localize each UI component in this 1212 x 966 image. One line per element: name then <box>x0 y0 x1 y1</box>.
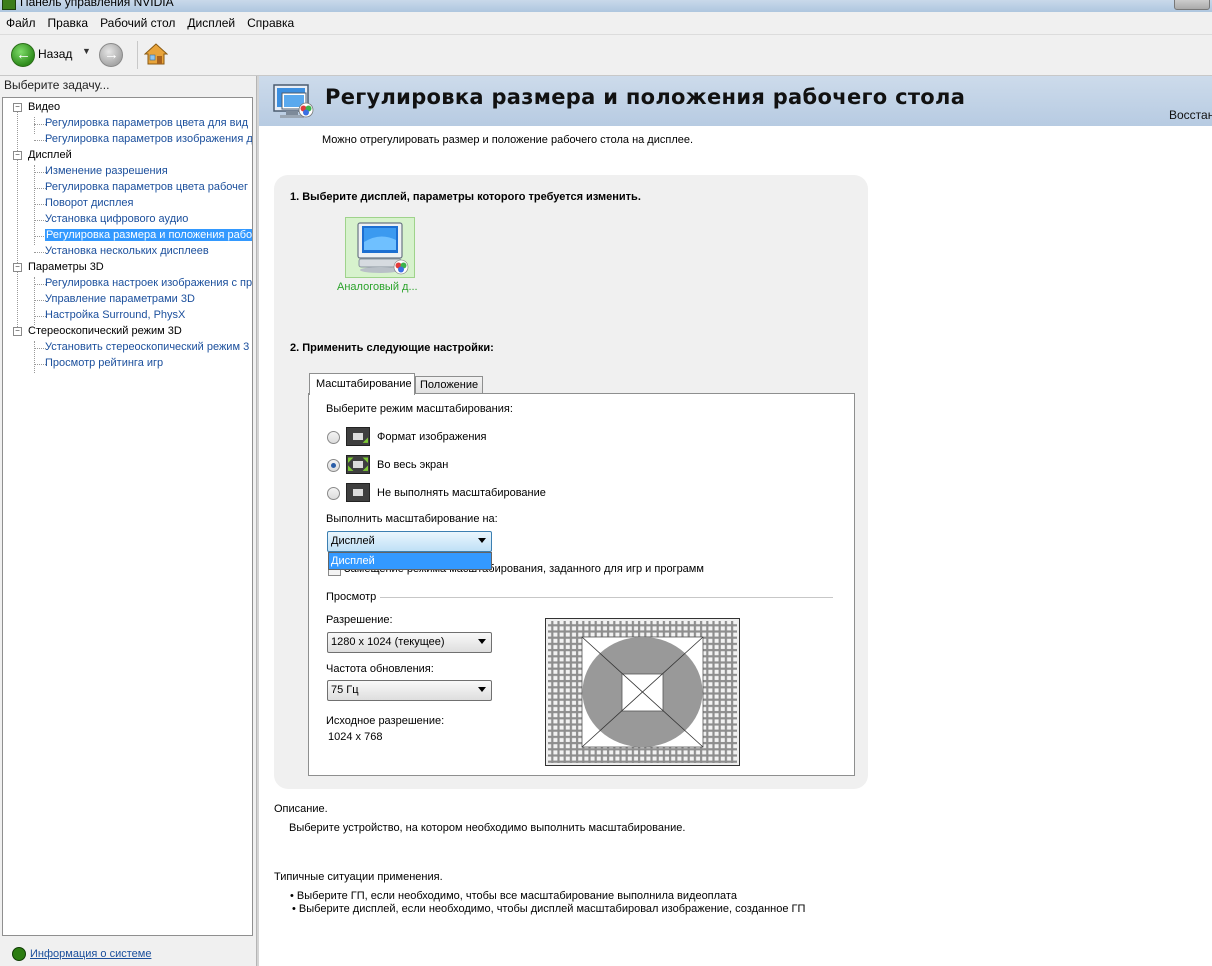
task-tree: − Видео Регулировка параметров цвета для… <box>2 97 253 936</box>
usage-item: • Выберите дисплей, если необходимо, что… <box>292 903 806 915</box>
resolution-dropdown[interactable]: 1280 x 1024 (текущее) <box>327 632 492 653</box>
tree-item-desktop-size-position[interactable]: Регулировка размера и положения рабо <box>45 229 252 241</box>
page-title: Регулировка размера и положения рабочего… <box>325 85 966 109</box>
preview-divider <box>380 597 833 598</box>
page-header: Регулировка размера и положения рабочего… <box>259 76 1212 126</box>
tree-category-display[interactable]: Дисплей <box>28 149 72 161</box>
dropdown-option-display[interactable]: Дисплей <box>329 553 491 569</box>
radio-aspect-ratio[interactable] <box>327 431 340 444</box>
no-scaling-icon <box>346 483 370 502</box>
toolbar: ← Назад ▼ → <box>0 35 1212 76</box>
perform-scaling-on-value: Дисплей <box>331 535 375 547</box>
resolution-value: 1280 x 1024 (текущее) <box>331 636 445 648</box>
task-panel-label: Выберите задачу... <box>4 78 110 92</box>
radio-no-scaling[interactable] <box>327 487 340 500</box>
chevron-down-icon <box>478 639 486 644</box>
arrow-left-icon: ← <box>16 46 31 63</box>
tree-category-stereo[interactable]: Стереоскопический режим 3D <box>28 325 182 337</box>
monitor-icon <box>357 222 409 275</box>
collapse-icon[interactable]: − <box>13 103 22 112</box>
tree-item-surround-physx[interactable]: Настройка Surround, PhysX <box>45 309 185 321</box>
tree-category-video[interactable]: Видео <box>28 101 60 113</box>
menu-help[interactable]: Справка <box>241 12 300 30</box>
system-info-link[interactable]: Информация о системе <box>30 948 151 960</box>
description-text: Выберите устройство, на котором необходи… <box>289 822 686 834</box>
nvidia-app-icon <box>2 0 16 10</box>
tree-item-set-stereo[interactable]: Установить стереоскопический режим 3 <box>45 341 249 353</box>
perform-scaling-on-dropdown[interactable]: Дисплей <box>327 531 492 552</box>
tree-item-video-color[interactable]: Регулировка параметров цвета для вид <box>45 117 248 129</box>
home-icon[interactable] <box>144 42 168 66</box>
mode-no-scaling-label[interactable]: Не выполнять масштабирование <box>377 487 546 499</box>
back-dropdown-icon[interactable]: ▼ <box>82 46 91 56</box>
tree-item-rotate-display[interactable]: Поворот дисплея <box>45 197 133 209</box>
panel-splitter[interactable] <box>256 76 259 966</box>
radio-full-screen[interactable] <box>327 459 340 472</box>
back-button[interactable]: ← <box>11 43 35 67</box>
display-selector-tile[interactable] <box>345 217 415 278</box>
tree-item-digital-audio[interactable]: Установка цифрового аудио <box>45 213 188 225</box>
refresh-rate-value: 75 Гц <box>331 684 359 696</box>
preview-group-label: Просмотр <box>326 591 377 603</box>
window-title: Панель управления NVIDIA <box>20 0 174 9</box>
tree-item-change-resolution[interactable]: Изменение разрешения <box>45 165 168 177</box>
menu-edit[interactable]: Правка <box>42 12 95 30</box>
usage-title: Типичные ситуации применения. <box>274 871 443 883</box>
full-screen-scaling-icon: ◤ ◥ ◣ ◢ <box>346 455 370 474</box>
step2-heading: 2. Применить следующие настройки: <box>290 342 494 354</box>
step1-heading: 1. Выберите дисплей, параметры которого … <box>290 191 641 203</box>
toolbar-divider <box>137 41 138 69</box>
menu-bar: Файл Правка Рабочий стол Дисплей Справка <box>0 12 1212 35</box>
tree-line <box>34 341 35 373</box>
perform-scaling-on-dropdown-list: Дисплей <box>328 552 492 570</box>
perform-scaling-on-label: Выполнить масштабирование на: <box>326 513 498 525</box>
restore-defaults-link[interactable]: Восстан <box>1169 108 1212 122</box>
tree-item-multiple-displays[interactable]: Установка нескольких дисплеев <box>45 245 209 257</box>
menu-desktop[interactable]: Рабочий стол <box>94 12 181 30</box>
tree-item-desktop-color[interactable]: Регулировка параметров цвета рабочег <box>45 181 248 193</box>
aspect-ratio-scaling-icon: ◢ <box>346 427 370 446</box>
resolution-label: Разрешение: <box>326 614 393 626</box>
chevron-down-icon <box>478 687 486 692</box>
refresh-rate-dropdown[interactable]: 75 Гц <box>327 680 492 701</box>
tree-line <box>17 108 18 333</box>
chevron-down-icon <box>478 538 486 543</box>
description-title: Описание. <box>274 803 328 815</box>
system-info-icon <box>12 947 26 961</box>
collapse-icon[interactable]: − <box>13 263 22 272</box>
tab-scaling-label: Масштабирование <box>316 378 412 390</box>
menu-display[interactable]: Дисплей <box>181 12 241 30</box>
display-name-label[interactable]: Аналоговый д... <box>337 281 418 293</box>
tab-scaling[interactable]: Масштабирование <box>309 373 415 395</box>
tree-item-game-ratings[interactable]: Просмотр рейтинга игр <box>45 357 163 369</box>
refresh-rate-label: Частота обновления: <box>326 663 434 675</box>
arrow-right-icon: → <box>104 46 119 63</box>
tab-position-label: Положение <box>420 379 479 391</box>
tree-line <box>34 165 35 245</box>
scaling-preview-pattern <box>545 618 740 766</box>
dropdown-option-label: Дисплей <box>331 555 375 567</box>
display-settings-icon <box>273 84 314 118</box>
scaling-mode-label: Выберите режим масштабирования: <box>326 403 513 415</box>
native-resolution-value: 1024 x 768 <box>328 731 383 743</box>
close-button[interactable] <box>1174 0 1210 10</box>
tree-item-3d-image-settings[interactable]: Регулировка настроек изображения с пр <box>45 277 252 289</box>
title-bar: Панель управления NVIDIA <box>0 0 1212 12</box>
collapse-icon[interactable]: − <box>13 151 22 160</box>
tree-item-manage-3d[interactable]: Управление параметрами 3D <box>45 293 195 305</box>
intro-text: Можно отрегулировать размер и положение … <box>322 134 694 146</box>
tab-position[interactable]: Положение <box>415 376 483 394</box>
tree-category-3d[interactable]: Параметры 3D <box>28 261 104 273</box>
collapse-icon[interactable]: − <box>13 327 22 336</box>
menu-file[interactable]: Файл <box>0 12 42 30</box>
usage-item: • Выберите ГП, если необходимо, чтобы вс… <box>290 890 737 902</box>
native-resolution-label: Исходное разрешение: <box>326 715 445 727</box>
mode-full-screen-label[interactable]: Во весь экран <box>377 459 448 471</box>
forward-button[interactable]: → <box>99 43 123 67</box>
back-label[interactable]: Назад <box>38 47 72 61</box>
tree-line <box>34 117 35 134</box>
tree-item-video-image[interactable]: Регулировка параметров изображения д <box>45 133 252 145</box>
mode-aspect-ratio-label[interactable]: Формат изображения <box>377 431 487 443</box>
task-panel: Выберите задачу... − Видео Регулировка п… <box>0 76 256 966</box>
